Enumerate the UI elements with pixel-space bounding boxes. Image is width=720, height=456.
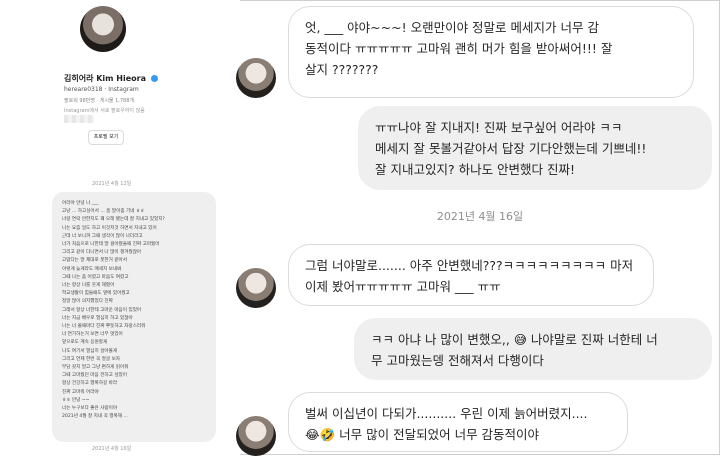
mini-message-line: 앞으로도 계속 응원할게 bbox=[62, 340, 108, 346]
mini-message-line: 나도 여기서 열심히 살아볼게 bbox=[62, 348, 118, 354]
sender-avatar[interactable] bbox=[236, 416, 276, 456]
mini-message-line: 그때 나는 좀 어렸고 마음도 여렸고 bbox=[62, 274, 129, 280]
message-line: 엇, ___ 야야~~~! 오랜만이야 정말로 메세지가 너무 감 bbox=[305, 17, 677, 38]
message-line: ㅠㅠ나야 잘 지내지! 진짜 보구싶어 어라야 ㅋㅋ bbox=[375, 120, 623, 135]
message-line: 😂🤣 너무 많이 전달되었어 너무 감동적이야 bbox=[305, 427, 540, 442]
mini-message-line: 부담 갖지 말고 그냥 편하게 읽어줘 bbox=[62, 365, 129, 371]
mini-message-line: 너 연기하는거 보면 너무 멋있어 bbox=[62, 332, 123, 338]
message-line: 잘 지내고있지? 하나도 안변했다 진짜! bbox=[375, 162, 576, 177]
message-line: ㅋㅋ 아냐 나 많이 변했오,, 😅 나야말로 진짜 너한테 너 bbox=[371, 332, 658, 347]
message-bubble-received[interactable]: 엇, ___ 야야~~~! 오랜만이야 정말로 메세지가 너무 감 동적이다 ㅠ… bbox=[288, 6, 694, 98]
redacted-text bbox=[64, 115, 94, 123]
message-bubble-sent[interactable]: ㅋㅋ 아냐 나 많이 변했오,, 😅 나야말로 진짜 너한테 너 무 고마웠는뎅… bbox=[354, 318, 712, 380]
message-line: 그럼 너야말로....... 아주 안변했네???ㅋㅋㅋㅋㅋㅋㅋㅋㅋ 마저 bbox=[305, 258, 634, 273]
profile-stats: 팔로워 98만명 · 게시물 1,788개 bbox=[64, 98, 135, 104]
message-bubble-received[interactable]: 그럼 너야말로....... 아주 안변했네???ㅋㅋㅋㅋㅋㅋㅋㅋㅋ 마저 이제… bbox=[288, 244, 654, 306]
mini-message-line: 정말 많이 의지했었다 진짜 bbox=[62, 299, 113, 305]
mini-message-line: 그리고 같이 다니면서 나 많이 챙겨줬잖아 bbox=[62, 250, 142, 256]
message-line: 벌써 이십년이 다되가.......... 우린 이제 늙어버렸지.... bbox=[305, 406, 588, 421]
verified-icon bbox=[150, 75, 158, 82]
mini-message-line: 그때 고마웠던 마음 전하고 싶었어 bbox=[62, 373, 128, 379]
mini-message-line: 항상 건강하고 행복하길 바라 bbox=[62, 381, 118, 387]
mini-message-line: 고맙다는 말 제대로 못한거 같아서 bbox=[62, 258, 128, 264]
mini-message-line: 진짜 고마워 어라야 bbox=[62, 389, 99, 395]
profile-avatar[interactable] bbox=[80, 6, 126, 52]
mini-message-line: 너가 처음으로 나한테 말 걸어줬을때 진짜 고마웠어 bbox=[62, 242, 160, 248]
mini-message-line: 고냥 ... 하고싶어서 ... 흠 말이좀 기네 ㅎㅎ bbox=[62, 209, 145, 215]
mini-message-line: 너는 지금 배우로 열심히 하고 있잖아 bbox=[62, 315, 133, 321]
mini-message-bubble: 어라야 안녕 나 ___ 고냥 ... 하고싶어서 ... 흠 말이좀 기네 ㅎㅎ… bbox=[52, 192, 216, 442]
message-text: 엇, ___ 야야~~~! 오랜만이야 정말로 메세지가 너무 감 bbox=[305, 20, 599, 35]
mini-message-line: 나는 너 볼때마다 진짜 뿌듯하고 자랑스러워 bbox=[62, 324, 146, 330]
mini-message-line: 너랑 연락 안한지도 꽤 오래 됐는데 잘 지내고 있었지? bbox=[62, 217, 165, 223]
mini-message-line: 학교생활이 힘들때도 옆에 있어줬고 bbox=[62, 291, 130, 297]
profile-inset: 김히어라 Kim Hieora hereare0318 · Instagram … bbox=[0, 0, 240, 455]
chat-thread: 엇, ___ 야야~~~! 오랜만이야 정말로 메세지가 너무 감 동적이다 ㅠ… bbox=[236, 0, 720, 456]
message-line: 무 고마웠는뎅 전해져서 다행이다 bbox=[371, 353, 544, 368]
sender-avatar[interactable] bbox=[236, 58, 276, 98]
mini-message-line: 근데 너 보니까 그때 생각이 많이 나더라고 bbox=[62, 233, 143, 239]
profile-handle: hereare0318 · Instagram bbox=[64, 86, 139, 93]
message-line: 살지 ??????? bbox=[305, 62, 379, 77]
message-line: 메세지 잘 못볼거같아서 답장 기다안했는데 기쁘네!! bbox=[375, 141, 647, 156]
mini-message-line: ㅎㅎ 안녕 ~~ bbox=[62, 397, 90, 403]
mini-message-line: 이렇게 늦게라도 메세지 보내봐 bbox=[62, 266, 122, 272]
message-bubble-sent[interactable]: ㅠㅠ나야 잘 지내지! 진짜 보구싶어 어라야 ㅋㅋ 메세지 잘 못볼거같아서 … bbox=[358, 106, 712, 190]
message-line: 동적이다 ㅠㅠㅠㅠㅠ 고마워 괜히 머가 힘을 받아써어!!! 잘 bbox=[305, 41, 613, 56]
mini-message-line: 나는 요즘 일도 하고 이것저것 하면서 지내고 있어 bbox=[62, 225, 157, 231]
view-profile-button[interactable]: 프로필 보기 bbox=[88, 130, 124, 145]
mini-date-bottom: 2021년 4월 16일 bbox=[92, 446, 132, 452]
mini-message-line: 2021년 4월 잘 지내 꼭 행복해 ... bbox=[62, 414, 128, 420]
profile-name: 김히어라 Kim Hieora bbox=[64, 73, 158, 84]
mini-message-line: 어라야 안녕 나 ___ bbox=[62, 201, 99, 206]
message-bubble-received[interactable]: 벌써 이십년이 다되가.......... 우린 이제 늙어버렸지.... 😂🤣… bbox=[288, 392, 628, 452]
mini-message-line: 그리고 언제 한번 꼭 얼굴 보자 bbox=[62, 356, 121, 362]
mini-date-top: 2021년 4월 12일 bbox=[92, 181, 132, 187]
mini-message-line: 너는 누구보다 좋은 사람이야 bbox=[62, 406, 118, 412]
mini-message-line: 너는 항상 나를 웃게 해줬어 bbox=[62, 283, 115, 289]
message-line: 이제 봤어ㅠㅠㅠㅠㅠ 고마워 ___ ㅠㅠ bbox=[305, 279, 501, 294]
profile-note: Instagram에서 서로 팔로우하지 않음 bbox=[64, 108, 145, 114]
mini-message-line: 그래서 항상 너한테 고마운 마음이 있었어 bbox=[62, 307, 142, 313]
profile-name-text: 김히어라 Kim Hieora bbox=[64, 74, 146, 83]
sender-avatar[interactable] bbox=[236, 268, 276, 308]
chat-date-separator: 2021년 4월 16일 bbox=[436, 210, 524, 223]
